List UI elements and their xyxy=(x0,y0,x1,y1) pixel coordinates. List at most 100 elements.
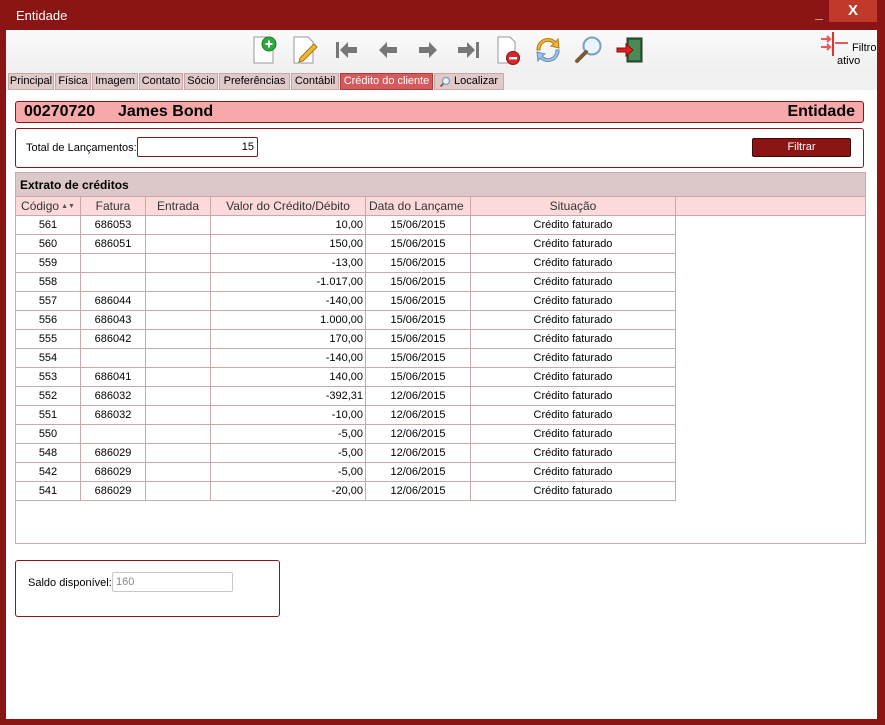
toolbar: Filtro ativo xyxy=(6,30,877,72)
table-row[interactable]: 553 686041 140,00 15/06/2015 Crédito faturad… xyxy=(16,368,676,387)
grid-header: Código ▲▼ Fatura Entrada Valor do Crédito… xyxy=(16,197,865,216)
table-cell: 552 xyxy=(16,387,81,406)
total-launches-field[interactable]: 15 xyxy=(137,137,258,157)
table-cell xyxy=(146,463,211,482)
table-cell: 12/06/2015 xyxy=(366,406,471,425)
table-cell: Crédito faturado xyxy=(471,482,676,501)
tab-imagem[interactable]: Imagem xyxy=(92,73,138,90)
table-cell: Crédito faturado xyxy=(471,387,676,406)
table-cell: 542 xyxy=(16,463,81,482)
table-row[interactable]: 558 -1.017,00 15/06/2015 Crédito faturado xyxy=(16,273,676,292)
table-cell: 548 xyxy=(16,444,81,463)
table-cell: 560 xyxy=(16,235,81,254)
delete-record-button[interactable] xyxy=(492,34,524,66)
column-header-entrada[interactable]: Entrada xyxy=(146,197,211,216)
tab-credito-do-cliente[interactable]: Crédito do cliente xyxy=(340,73,433,90)
table-cell: Crédito faturado xyxy=(471,273,676,292)
table-row[interactable]: 551 686032 -10,00 12/06/2015 Crédito faturad… xyxy=(16,406,676,425)
table-cell xyxy=(146,311,211,330)
tab-localizar-label: Localizar xyxy=(453,75,499,87)
table-row[interactable]: 541 686029 -20,00 12/06/2015 Crédito faturad… xyxy=(16,482,676,501)
table-row[interactable]: 552 686032 -392,31 12/06/2015 Crédito fatura… xyxy=(16,387,676,406)
table-cell: 1.000,00 xyxy=(211,311,366,330)
table-cell: -10,00 xyxy=(211,406,366,425)
table-cell: 686042 xyxy=(81,330,146,349)
previous-record-button[interactable] xyxy=(372,34,404,66)
column-header-valor[interactable]: Valor do Crédito/Débito xyxy=(211,197,366,216)
grid-title: Extrato de créditos xyxy=(16,173,865,197)
table-cell: -1.017,00 xyxy=(211,273,366,292)
table-cell: -13,00 xyxy=(211,254,366,273)
table-row[interactable]: 557 686044 -140,00 15/06/2015 Crédito fatura… xyxy=(16,292,676,311)
column-header-data[interactable]: Data do Lançame xyxy=(366,197,471,216)
table-cell xyxy=(146,387,211,406)
tab-bar: Principal Física Imagem Contato Sócio Pr… xyxy=(6,72,877,90)
search-icon xyxy=(439,76,451,88)
filter-button[interactable]: Filtrar xyxy=(752,138,851,157)
last-record-button[interactable] xyxy=(453,34,485,66)
credits-grid: Extrato de créditos Código ▲▼ Fatura Entr… xyxy=(15,172,866,544)
table-cell: 556 xyxy=(16,311,81,330)
refresh-button[interactable] xyxy=(532,34,564,66)
table-cell: Crédito faturado xyxy=(471,425,676,444)
entity-type-label: Entidade xyxy=(787,103,855,120)
window-title: Entidade xyxy=(16,8,68,23)
tab-localizar[interactable]: Localizar xyxy=(434,73,504,90)
table-cell: Crédito faturado xyxy=(471,216,676,235)
tab-principal[interactable]: Principal xyxy=(8,73,54,90)
search-button[interactable] xyxy=(573,34,605,66)
table-cell: Crédito faturado xyxy=(471,311,676,330)
table-cell xyxy=(81,349,146,368)
edit-icon xyxy=(293,36,318,64)
table-cell: 561 xyxy=(16,216,81,235)
table-cell: -5,00 xyxy=(211,425,366,444)
tab-preferencias[interactable]: Preferências xyxy=(219,73,290,90)
table-cell: Crédito faturado xyxy=(471,349,676,368)
table-cell: -5,00 xyxy=(211,463,366,482)
table-cell: 686029 xyxy=(81,463,146,482)
close-button[interactable]: X xyxy=(829,0,877,22)
table-row[interactable]: 554 -140,00 15/06/2015 Crédito faturado xyxy=(16,349,676,368)
table-cell: Crédito faturado xyxy=(471,254,676,273)
table-cell: 12/06/2015 xyxy=(366,425,471,444)
table-cell: 15/06/2015 xyxy=(366,235,471,254)
table-cell: 15/06/2015 xyxy=(366,292,471,311)
table-cell: Crédito faturado xyxy=(471,292,676,311)
tab-fisica[interactable]: Física xyxy=(55,73,91,90)
table-row[interactable]: 560 686051 150,00 15/06/2015 Crédito faturad… xyxy=(16,235,676,254)
tab-contato[interactable]: Contato xyxy=(139,73,183,90)
filter-active-label: Filtro xyxy=(852,41,876,55)
table-row[interactable]: 548 686029 -5,00 12/06/2015 Crédito faturado xyxy=(16,444,676,463)
exit-icon xyxy=(616,37,643,63)
tab-contabil[interactable]: Contábil xyxy=(291,73,339,90)
table-cell: 686053 xyxy=(81,216,146,235)
refresh-icon xyxy=(536,37,560,63)
column-header-situacao[interactable]: Situação xyxy=(471,197,676,216)
column-header-codigo[interactable]: Código ▲▼ xyxy=(16,197,81,216)
table-cell: 554 xyxy=(16,349,81,368)
table-row[interactable]: 556 686043 1.000,00 15/06/2015 Crédito fatur… xyxy=(16,311,676,330)
edit-record-button[interactable] xyxy=(288,34,320,66)
client-area: Filtro ativo Principal Física Imagem Con… xyxy=(6,30,877,719)
tab-socio[interactable]: Sócio xyxy=(184,73,218,90)
table-row[interactable]: 555 686042 170,00 15/06/2015 Crédito faturad… xyxy=(16,330,676,349)
table-cell: 15/06/2015 xyxy=(366,330,471,349)
table-row[interactable]: 542 686029 -5,00 12/06/2015 Crédito faturado xyxy=(16,463,676,482)
exit-button[interactable] xyxy=(614,34,646,66)
new-record-button[interactable] xyxy=(248,34,280,66)
next-record-button[interactable] xyxy=(412,34,444,66)
table-cell: 150,00 xyxy=(211,235,366,254)
app-window: Entidade _ X Filtro ativo Principal Físi… xyxy=(0,0,885,725)
entity-code: 00270720 xyxy=(24,103,96,120)
table-cell: -140,00 xyxy=(211,349,366,368)
table-cell: Crédito faturado xyxy=(471,235,676,254)
table-row[interactable]: 550 -5,00 12/06/2015 Crédito faturado xyxy=(16,425,676,444)
table-row[interactable]: 559 -13,00 15/06/2015 Crédito faturado xyxy=(16,254,676,273)
new-icon xyxy=(253,36,277,64)
minimize-button[interactable]: _ xyxy=(812,6,826,20)
column-header-fatura[interactable]: Fatura xyxy=(81,197,146,216)
table-cell xyxy=(146,482,211,501)
table-row[interactable]: 561 686053 10,00 15/06/2015 Crédito faturado xyxy=(16,216,676,235)
first-record-button[interactable] xyxy=(330,34,362,66)
balance-label: Saldo disponível: xyxy=(28,577,112,589)
